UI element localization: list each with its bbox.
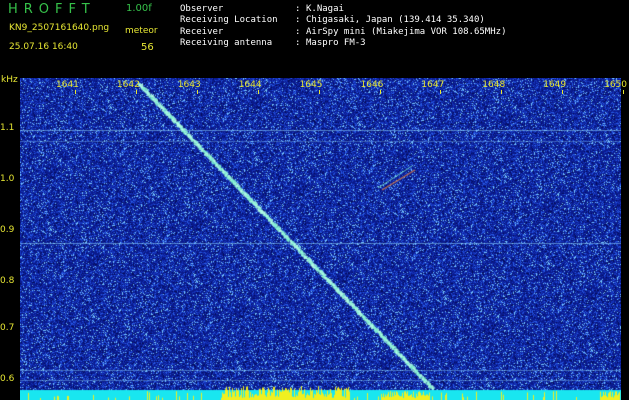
mode-label: meteor bbox=[125, 26, 158, 36]
y-tick-label: 0.7 bbox=[0, 323, 15, 333]
x-tick-mark bbox=[196, 90, 198, 94]
antenna-separator: : bbox=[295, 38, 301, 48]
antenna-value: Maspro FM-3 bbox=[306, 38, 366, 48]
y-tick-label: 1.1 bbox=[0, 123, 15, 133]
y-tick-label: 0.8 bbox=[0, 276, 15, 286]
observer-separator: : bbox=[295, 4, 301, 14]
mode-value: 56 bbox=[141, 42, 154, 53]
x-tick-mark bbox=[501, 90, 503, 94]
y-tick-label: 0.9 bbox=[0, 225, 15, 235]
x-tick-label: 1644 bbox=[238, 80, 262, 90]
spectrogram-plot bbox=[20, 78, 621, 400]
app-title: HROFFT bbox=[8, 2, 96, 17]
y-tick-label: 1.0 bbox=[0, 174, 15, 184]
location-label: Receiving Location bbox=[180, 15, 278, 25]
location-separator: : bbox=[295, 15, 301, 25]
version-label: 1.00f bbox=[126, 3, 152, 14]
x-tick-mark bbox=[440, 90, 442, 94]
x-tick-label: 1641 bbox=[56, 80, 79, 90]
x-tick-mark bbox=[379, 90, 381, 94]
receiver-separator: : bbox=[295, 27, 301, 37]
x-tick-mark bbox=[135, 90, 137, 94]
x-tick-mark bbox=[257, 90, 259, 94]
y-tick-label: 0.6 bbox=[0, 374, 15, 384]
x-tick-label: 1647 bbox=[421, 80, 445, 90]
x-tick-label: 1643 bbox=[177, 80, 201, 90]
x-tick-label: 1650 bbox=[604, 80, 627, 90]
datetime-label: 25.07.16 16:40 bbox=[9, 42, 78, 52]
filename-label: KN9_2507161640.png bbox=[9, 23, 110, 33]
right-border bbox=[621, 78, 629, 400]
x-tick-mark bbox=[318, 90, 320, 94]
x-tick-mark bbox=[562, 90, 564, 94]
x-tick-label: 1645 bbox=[299, 80, 323, 90]
x-tick-mark bbox=[75, 90, 76, 94]
location-value: Chigasaki, Japan (139.414 35.340) bbox=[306, 15, 485, 25]
observer-value: K.Nagai bbox=[306, 4, 344, 14]
y-axis-unit-label: kHz bbox=[1, 75, 18, 85]
spectrogram-canvas bbox=[20, 78, 621, 400]
x-tick-label: 1646 bbox=[360, 80, 384, 90]
x-tick-label: 1642 bbox=[116, 80, 140, 90]
header-panel: HROFFT 1.00f KN9_2507161640.png 25.07.16… bbox=[0, 0, 629, 78]
x-tick-label: 1649 bbox=[543, 80, 567, 90]
receiver-label: Receiver bbox=[180, 27, 224, 37]
antenna-label: Receiving antenna bbox=[180, 38, 273, 48]
observer-label: Observer bbox=[180, 4, 224, 14]
x-tick-label: 1648 bbox=[482, 80, 506, 90]
receiver-value: AirSpy mini (Miakejima VOR 108.65MHz) bbox=[306, 27, 507, 37]
x-tick-mark bbox=[623, 90, 625, 94]
